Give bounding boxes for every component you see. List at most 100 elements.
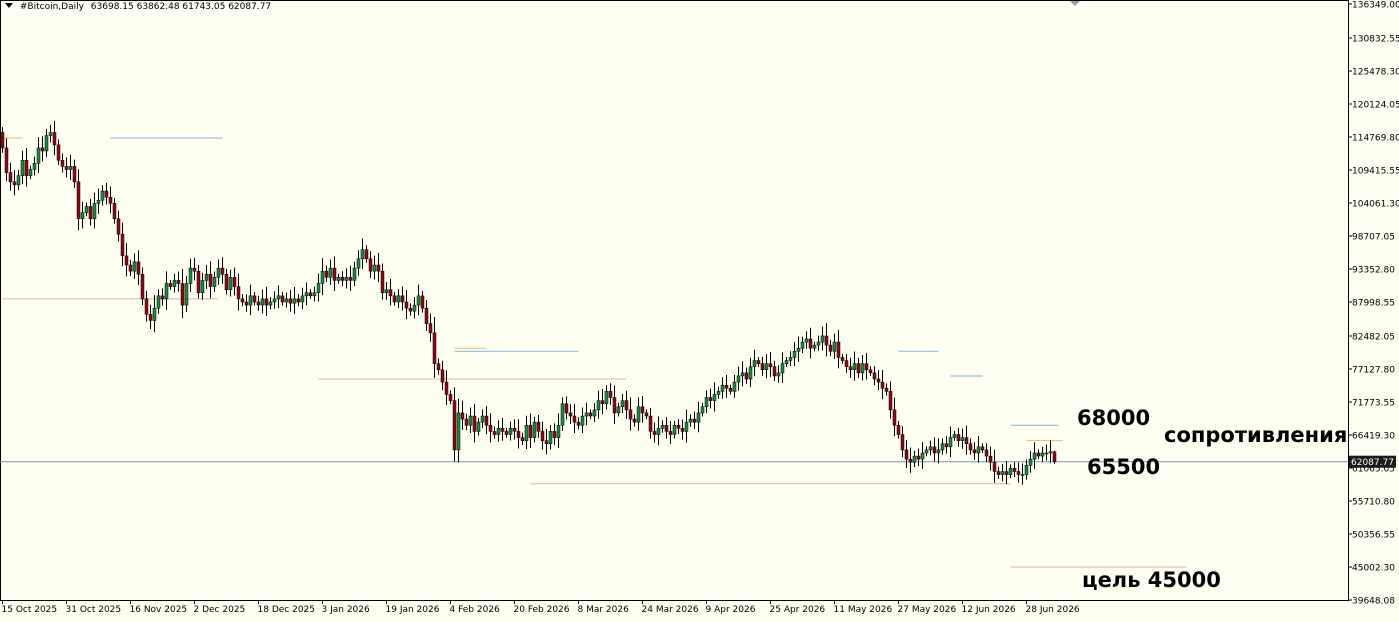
candle-bull [940, 443, 945, 451]
candle-bear [136, 261, 141, 275]
candle-bear [88, 206, 93, 220]
candle-bear [536, 421, 541, 432]
candle-bear [848, 366, 853, 371]
horizontal-levels [0, 137, 1348, 568]
plot-border [0, 0, 1349, 601]
candle-bear [984, 449, 989, 457]
candle-bear [612, 397, 617, 414]
candle-bull [684, 421, 689, 432]
candle-bull [48, 132, 53, 136]
candle-bear [868, 369, 873, 374]
candle-bull [1048, 451, 1053, 454]
price-tick-label: 120124.05 [1352, 100, 1399, 110]
candle-bear [652, 431, 657, 435]
candle-bull [952, 434, 957, 438]
candle-bull [336, 277, 341, 281]
candle-bear [668, 431, 673, 435]
candle-bear [888, 391, 893, 411]
candle-bull [300, 295, 305, 303]
candle-bear [724, 384, 729, 389]
candle-bear [340, 277, 345, 281]
candle-bull [732, 381, 737, 392]
candle-bull [752, 360, 757, 367]
candle-bull [456, 412, 461, 451]
time-tick-label: 18 Dec 2025 [258, 605, 316, 615]
chart-shift-marker-icon[interactable] [1070, 1, 1080, 6]
candle-bull [284, 298, 289, 303]
candle-bear [8, 172, 13, 183]
candle-bear [444, 381, 449, 395]
candle-bear [968, 443, 973, 451]
candle-bull [292, 298, 297, 304]
collapse-triangle-icon[interactable] [5, 3, 13, 8]
candle-bear [180, 283, 185, 306]
time-tick-label: 24 Mar 2026 [642, 605, 699, 615]
time-tick-label: 4 Feb 2026 [450, 605, 501, 615]
price-tick-label: 98707.05 [1352, 232, 1395, 242]
candle-bear [768, 363, 773, 367]
candle-bull [92, 203, 97, 220]
candle-bull [16, 175, 21, 186]
candle-bull [32, 163, 37, 170]
candle-bull [740, 372, 745, 377]
candle-bull [860, 363, 865, 374]
candle-bull [672, 425, 677, 435]
candle-bull [316, 283, 321, 293]
time-tick-label: 12 Jun 2026 [962, 605, 1016, 615]
candle-bear [264, 298, 269, 306]
time-tick-label: 9 Apr 2026 [706, 605, 756, 615]
candle-bear [676, 425, 681, 429]
candle-bull [716, 391, 721, 395]
candle-bull [820, 335, 825, 343]
candle-bull [352, 267, 357, 281]
candle-bear [880, 381, 885, 389]
candle-bear [744, 372, 749, 380]
candle-bear [664, 425, 669, 432]
candle-bear [992, 461, 997, 472]
candle-bear [112, 203, 117, 220]
candle-bear [380, 270, 385, 293]
candle-bear [632, 418, 637, 423]
candle-bull [1032, 452, 1037, 460]
candle-bull [188, 267, 193, 284]
current-price-label: 62087.77 [1351, 458, 1394, 468]
candle-bear [376, 264, 381, 272]
candle-bull [748, 366, 753, 380]
candle-bull [1044, 452, 1049, 455]
time-tick-label: 16 Nov 2025 [130, 605, 188, 615]
time-tick-label: 8 Mar 2026 [578, 605, 630, 615]
candle-bear [440, 369, 445, 383]
candle-bear [708, 397, 713, 401]
candle-bear [488, 425, 493, 432]
candle-bear [956, 434, 961, 441]
candle-bear [904, 449, 909, 460]
candle-bear [760, 363, 765, 371]
candle-bear [364, 249, 369, 260]
candle-bear [296, 298, 301, 303]
candle-bull [204, 274, 209, 281]
candle-bear [324, 270, 329, 278]
symbol-label: #Bitcoin,Daily [19, 2, 84, 12]
candle-bull [584, 412, 589, 417]
candle-bull [688, 418, 693, 423]
annotation-target: цель 45000 [1082, 568, 1221, 592]
candle-bear [308, 292, 313, 297]
candle-bear [932, 446, 937, 454]
candle-bear [828, 344, 833, 352]
candle-bull [912, 455, 917, 463]
candle-bull [152, 307, 157, 321]
candle-bear [1012, 468, 1017, 472]
candle-bull [84, 206, 89, 213]
candle-bear [756, 360, 761, 364]
candle-bear [124, 255, 129, 266]
candle-bull [784, 360, 789, 364]
annotation-resistance: сопротивления [1164, 423, 1348, 447]
candle-bear [944, 443, 949, 448]
ohlc-readout: 63698.15 63862.48 61743.05 62087.77 [90, 2, 272, 12]
candle-bear [964, 437, 969, 444]
candle-bull [248, 295, 253, 306]
candle-bear [72, 166, 77, 183]
candle-bull [792, 351, 797, 358]
candle-bull [384, 289, 389, 293]
price-tick-label: 71773.55 [1352, 399, 1395, 409]
